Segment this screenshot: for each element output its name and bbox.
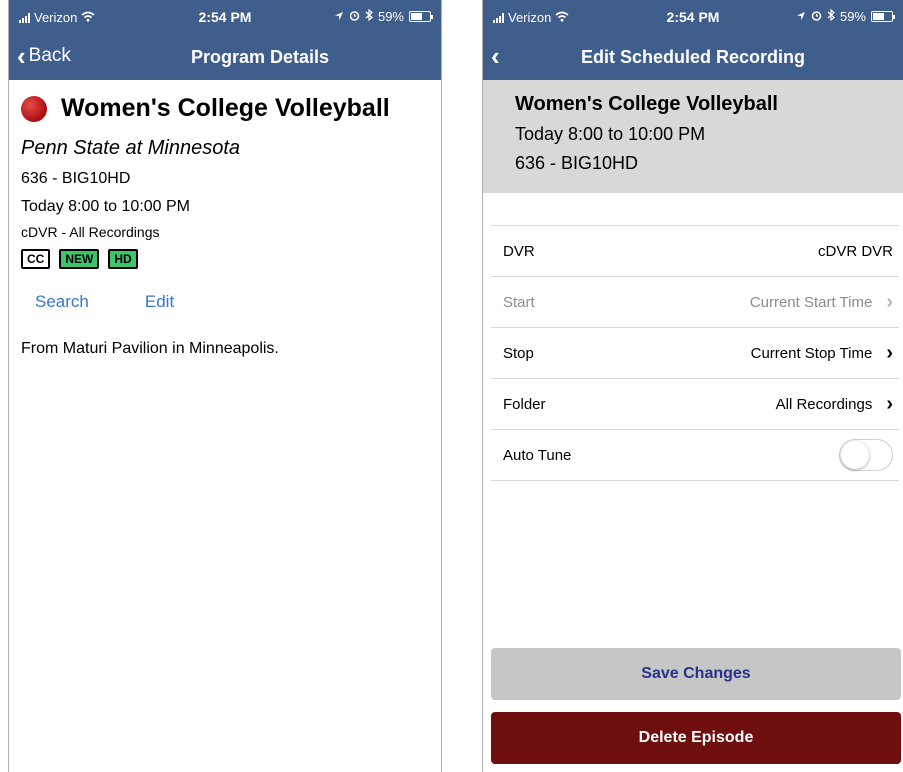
stop-row[interactable]: Stop Current Stop Time › [491, 328, 899, 379]
stop-label: Stop [503, 344, 534, 362]
save-changes-button[interactable]: Save Changes [491, 648, 901, 700]
dvr-row[interactable]: DVR cDVR DVR [491, 226, 899, 277]
auto-tune-toggle[interactable] [839, 439, 893, 471]
chevron-right-icon: › [886, 290, 893, 313]
nav-bar: ‹ Edit Scheduled Recording [483, 34, 903, 80]
new-badge: NEW [59, 249, 100, 269]
page-title: Program Details [190, 47, 330, 67]
recording-summary: Women's College Volleyball Today 8:00 to… [483, 80, 903, 193]
recording-info: cDVR - All Recordings [21, 224, 160, 240]
summary-title: Women's College Volleyball [515, 93, 778, 115]
battery-percent: 59% [377, 9, 404, 24]
summary-channel: 636 - BIG10HD [515, 153, 639, 173]
alarm-icon [811, 9, 822, 24]
edit-recording-screen: Verizon 2:54 PM 59% ‹ Edit Scheduled Rec… [482, 0, 903, 772]
recording-settings: DVR cDVR DVR Start Current Start Time › … [491, 225, 899, 481]
episode-title: Penn State at Minnesota [21, 137, 241, 159]
status-icons: 59% [334, 8, 433, 24]
page-title: Edit Scheduled Recording [580, 47, 806, 67]
start-label: Start [503, 293, 535, 311]
program-details-screen: Verizon 2:54 PM 59% ‹ Back Program Detai… [8, 0, 442, 772]
bluetooth-icon [365, 8, 373, 24]
stop-value-group: Current Stop Time › [751, 342, 893, 365]
dvr-value: cDVR DVR [817, 242, 893, 260]
search-link[interactable]: Search [35, 292, 89, 312]
folder-value: All Recordings [775, 395, 873, 413]
chevron-right-icon: › [886, 341, 893, 364]
program-badges: CC NEW HD [21, 249, 441, 269]
folder-row[interactable]: Folder All Recordings › [491, 379, 899, 430]
status-bar: Verizon 2:54 PM 59% [483, 0, 903, 34]
location-icon [796, 9, 806, 24]
cc-badge: CC [21, 249, 51, 269]
start-value: Current Start Time [749, 293, 873, 311]
dvr-label: DVR [503, 242, 535, 260]
status-bar: Verizon 2:54 PM 59% [9, 0, 441, 34]
nav-bar: ‹ Back Program Details [9, 34, 441, 80]
program-title: Women's College Volleyball [61, 94, 390, 122]
auto-tune-row: Auto Tune [491, 430, 899, 481]
folder-value-group: All Recordings › [776, 393, 893, 416]
battery-icon [871, 11, 895, 22]
channel-info: 636 - BIG10HD [21, 170, 131, 187]
auto-tune-label: Auto Tune [503, 446, 572, 464]
stop-value: Current Stop Time [750, 344, 873, 362]
edit-link[interactable]: Edit [145, 292, 174, 312]
summary-time: Today 8:00 to 10:00 PM [515, 124, 706, 144]
chevron-right-icon: › [886, 392, 893, 415]
toggle-knob [841, 441, 869, 469]
battery-percent: 59% [839, 9, 866, 24]
start-row[interactable]: Start Current Start Time › [491, 277, 899, 328]
record-icon [21, 95, 47, 122]
air-time: Today 8:00 to 10:00 PM [21, 198, 190, 215]
delete-episode-button[interactable]: Delete Episode [491, 712, 901, 764]
status-icons: 59% [796, 8, 895, 24]
program-description: From Maturi Pavilion in Minneapolis. [21, 340, 279, 357]
folder-label: Folder [503, 395, 546, 413]
battery-icon [409, 11, 433, 22]
location-icon [334, 9, 344, 24]
action-links: Search Edit [35, 292, 441, 312]
program-title-row: Women's College Volleyball [21, 94, 441, 123]
hd-badge: HD [108, 249, 138, 269]
bluetooth-icon [827, 8, 835, 24]
start-value-group: Current Start Time › [750, 291, 893, 314]
alarm-icon [349, 9, 360, 24]
